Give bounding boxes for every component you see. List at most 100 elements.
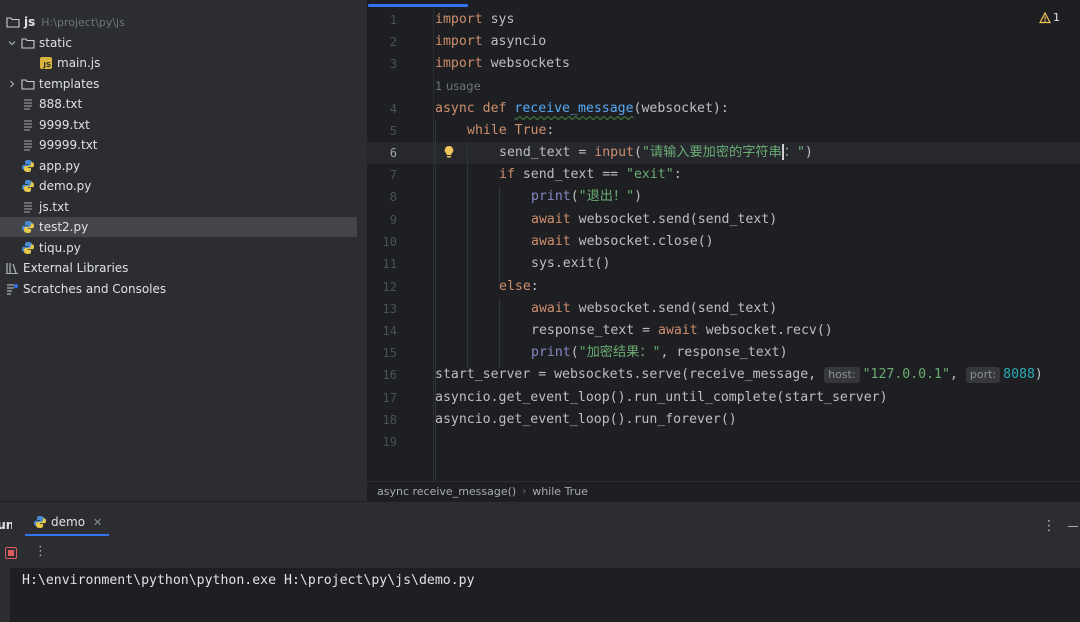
line-number: 17	[382, 391, 397, 405]
tree-item-static[interactable]: static	[0, 33, 357, 53]
root-folder-path: H:\project\py\js	[41, 15, 125, 29]
code-line: start_server = websockets.serve(receive_…	[435, 367, 1043, 383]
chevron-right-icon[interactable]	[7, 79, 17, 89]
python-file-icon	[33, 515, 47, 529]
folder-icon	[6, 15, 20, 29]
parameter-hint: port:	[965, 367, 1001, 383]
active-tab-indicator	[368, 4, 468, 7]
inspection-widget[interactable]: 1	[1039, 11, 1060, 24]
line-number: 11	[382, 257, 397, 271]
line-number: 12	[382, 280, 397, 294]
code-line: import sys	[435, 12, 515, 27]
warning-icon	[1039, 11, 1051, 23]
run-window-title: Run	[0, 518, 12, 532]
line-number: 2	[389, 35, 397, 49]
code-line: print("加密结果：", response_text)	[531, 345, 788, 360]
usage-hint[interactable]: 1 usage	[435, 79, 481, 93]
tree-item-main-js[interactable]: JS main.js	[0, 53, 357, 73]
tree-item-label: 99999.txt	[39, 138, 98, 152]
python-file-icon	[21, 220, 35, 234]
tree-item-label: Scratches and Consoles	[23, 282, 167, 296]
tree-item-label: tiqu.py	[39, 241, 81, 255]
run-tool-window: Run demo ✕ ⋮ ⋮ H:\environment\python\pyt…	[0, 501, 1080, 622]
breadcrumb: async receive_message() › while True	[367, 481, 1080, 501]
line-number: 4	[389, 102, 397, 116]
stop-icon	[8, 550, 14, 556]
line-number: 10	[382, 235, 397, 249]
console-output[interactable]: H:\environment\python\python.exe H:\proj…	[10, 568, 1080, 622]
folder-icon	[21, 77, 35, 91]
tree-item-label: 9999.txt	[39, 118, 90, 132]
python-file-icon	[21, 159, 35, 173]
run-header: Run demo ✕ ⋮	[0, 508, 1080, 536]
more-options-icon[interactable]: ⋮	[34, 544, 47, 559]
tree-item-9999-txt[interactable]: 9999.txt	[0, 115, 357, 135]
tree-item-label: test2.py	[39, 220, 89, 234]
warning-count: 1	[1053, 11, 1060, 24]
code-line: asyncio.get_event_loop().run_until_compl…	[435, 390, 888, 405]
indent-guide	[467, 142, 468, 368]
python-file-icon	[21, 241, 35, 255]
line-number: 8	[389, 190, 397, 204]
scratches-icon	[5, 282, 19, 296]
tree-item-external-libraries[interactable]: External Libraries	[0, 258, 357, 278]
indent-guide	[499, 298, 500, 368]
minimize-icon[interactable]	[1068, 526, 1078, 527]
code-line: print("退出！")	[531, 189, 643, 204]
line-number: 16	[382, 368, 397, 382]
close-icon[interactable]: ✕	[93, 516, 102, 529]
stop-button[interactable]	[5, 547, 17, 559]
folder-icon	[21, 36, 35, 50]
line-number: 9	[389, 213, 397, 227]
line-number: 3	[389, 57, 397, 71]
tree-item-js-txt[interactable]: js.txt	[0, 197, 357, 217]
tree-item-label: static	[39, 36, 72, 50]
code-line: while True:	[467, 123, 555, 138]
code-line: async def receive_message(websocket):	[435, 101, 729, 116]
project-tool-window: js H:\project\py\js static JS main.js te…	[0, 0, 367, 501]
breadcrumb-item[interactable]: while True	[532, 485, 588, 498]
line-number: 5	[389, 124, 397, 138]
line-number: 14	[382, 324, 397, 338]
code-line: sys.exit()	[531, 256, 611, 271]
code-line: else:	[499, 279, 539, 294]
line-number: 19	[382, 435, 397, 449]
code-line: await websocket.send(send_text)	[531, 301, 778, 316]
code-line: response_text = await websocket.recv()	[531, 323, 833, 338]
tree-item-label: 888.txt	[39, 97, 83, 111]
tree-item-templates[interactable]: templates	[0, 74, 357, 94]
run-toolbar: ⋮	[0, 542, 1080, 564]
tree-item-label: app.py	[39, 159, 81, 173]
tree-item-demo-py[interactable]: demo.py	[0, 176, 357, 196]
code-line-current: send_text = input("请输入要加密的字符串 ：")	[499, 144, 813, 160]
tree-item-99999-txt[interactable]: 99999.txt	[0, 135, 357, 155]
line-number: 13	[382, 302, 397, 316]
line-number: 15	[382, 346, 397, 360]
code-line: import asyncio	[435, 34, 547, 49]
indent-guide	[499, 186, 500, 282]
tree-item-label: main.js	[57, 56, 101, 70]
tree-item-tiqu-py[interactable]: tiqu.py	[0, 238, 357, 258]
text-file-icon	[21, 97, 35, 111]
tree-item-label: External Libraries	[23, 261, 129, 275]
chevron-down-icon[interactable]	[7, 38, 17, 48]
active-tab-indicator	[25, 534, 109, 536]
tree-item-scratches[interactable]: Scratches and Consoles	[0, 279, 357, 299]
code-line: if send_text == "exit":	[499, 167, 682, 182]
tree-item-label: templates	[39, 77, 100, 91]
more-options-icon[interactable]: ⋮	[1042, 518, 1056, 534]
lightbulb-icon[interactable]	[441, 144, 457, 160]
tree-item-test2-py[interactable]: test2.py	[0, 217, 357, 237]
breadcrumb-separator-icon: ›	[522, 486, 527, 497]
tree-item-888-txt[interactable]: 888.txt	[0, 94, 357, 114]
tree-root[interactable]: js H:\project\py\js	[0, 12, 357, 32]
code-line: await websocket.send(send_text)	[531, 212, 778, 227]
run-tab-demo[interactable]: demo ✕	[25, 508, 110, 536]
breadcrumb-item[interactable]: async receive_message()	[377, 485, 516, 498]
code-editor[interactable]: 1 1 2 3 4 5 6 7 8 9 10 11 12 13 14 15 16…	[367, 0, 1080, 481]
tree-item-app-py[interactable]: app.py	[0, 156, 357, 176]
text-file-icon	[21, 200, 35, 214]
javascript-file-icon: JS	[39, 56, 53, 70]
code-line: asyncio.get_event_loop().run_forever()	[435, 412, 737, 427]
tree-item-label: demo.py	[39, 179, 92, 193]
